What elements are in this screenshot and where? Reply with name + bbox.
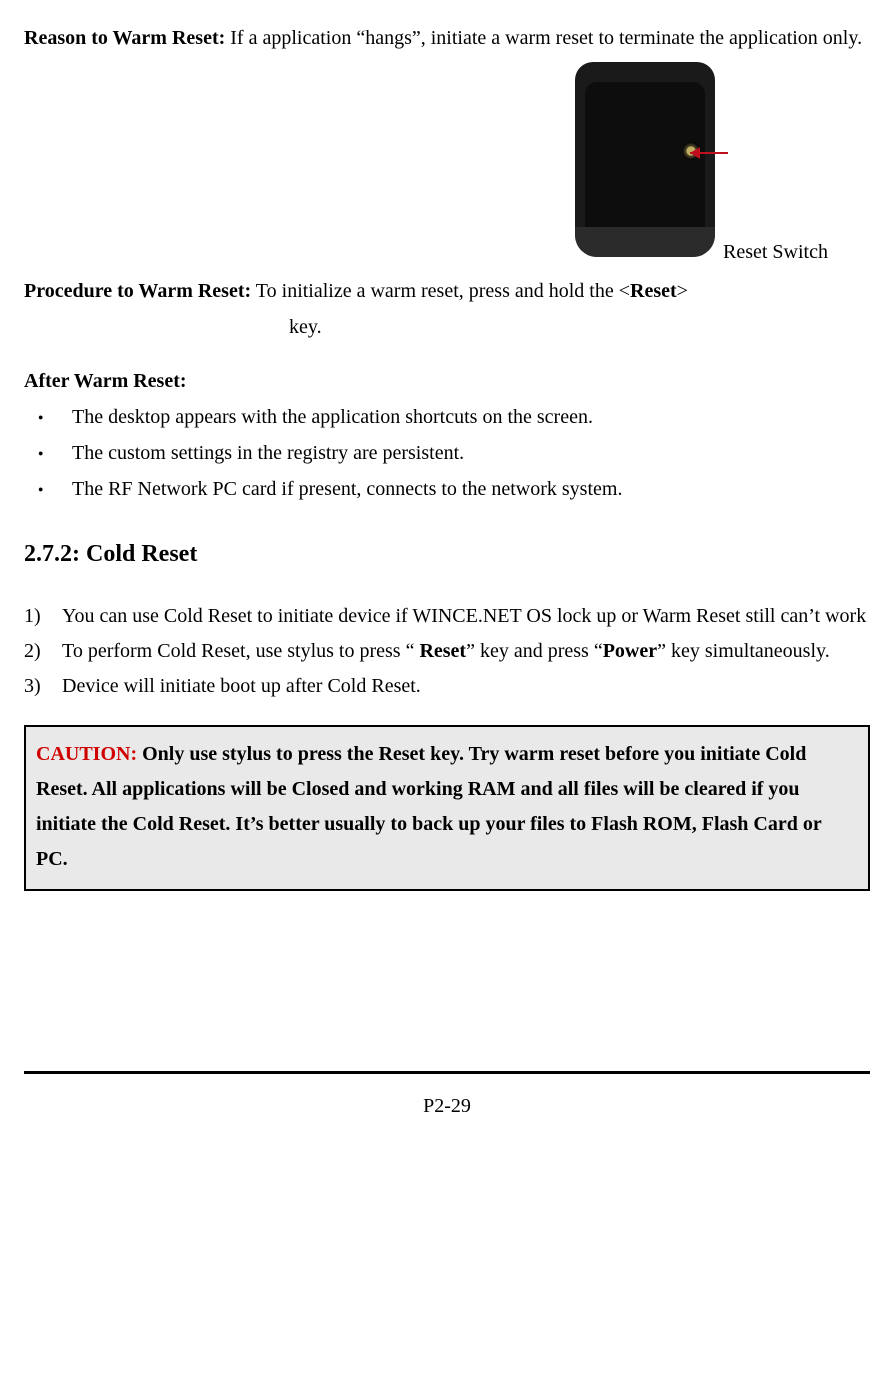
step-text: To perform Cold Reset, use stylus to pre… <box>62 640 830 662</box>
list-item: The RF Network PC card if present, conne… <box>24 471 870 507</box>
after-warm-reset-list: The desktop appears with the application… <box>24 399 870 507</box>
step-text: Device will initiate boot up after Cold … <box>62 675 421 697</box>
bullet-text: The custom settings in the registry are … <box>72 442 464 464</box>
footer-divider <box>24 1071 870 1074</box>
device-figure: Reset Switch <box>575 62 715 257</box>
step-number: 3) <box>24 670 41 703</box>
step-number: 1) <box>24 600 41 633</box>
list-item: 3) Device will initiate boot up after Co… <box>24 670 870 703</box>
bullet-text: The RF Network PC card if present, conne… <box>72 478 622 500</box>
list-item: The desktop appears with the application… <box>24 399 870 435</box>
warm-reset-reason-text: If a application “hangs”, initiate a war… <box>225 27 862 49</box>
caution-label: CAUTION: <box>36 743 137 765</box>
device-body-icon <box>575 62 715 257</box>
device-figure-wrap: Reset Switch <box>24 62 870 269</box>
warm-reset-procedure-pre: To initialize a warm reset, press and ho… <box>251 280 630 302</box>
list-item: 1) You can use Cold Reset to initiate de… <box>24 600 870 633</box>
warm-reset-procedure-label: Procedure to Warm Reset: <box>24 280 251 302</box>
step-number: 2) <box>24 635 41 668</box>
list-item: The custom settings in the registry are … <box>24 435 870 471</box>
caution-text: Only use stylus to press the Reset key. … <box>36 743 821 870</box>
reset-switch-label: Reset Switch <box>723 234 828 270</box>
arrow-head-icon <box>690 147 700 159</box>
list-item: 2) To perform Cold Reset, use stylus to … <box>24 635 870 668</box>
warm-reset-procedure-key: key. <box>24 309 870 345</box>
warm-reset-reason-label: Reason to Warm Reset: <box>24 27 225 49</box>
page-number: P2-29 <box>24 1088 870 1124</box>
warm-reset-procedure-bold: Reset <box>630 280 677 302</box>
bullet-text: The desktop appears with the application… <box>72 406 593 428</box>
warm-reset-procedure: Procedure to Warm Reset: To initialize a… <box>24 273 870 309</box>
step-text: You can use Cold Reset to initiate devic… <box>62 605 866 627</box>
after-warm-reset-label: After Warm Reset: <box>24 363 870 399</box>
warm-reset-reason: Reason to Warm Reset: If a application “… <box>24 20 870 56</box>
cold-reset-steps: 1) You can use Cold Reset to initiate de… <box>24 600 870 703</box>
warm-reset-procedure-post: > <box>677 280 688 302</box>
cold-reset-heading: 2.7.2: Cold Reset <box>24 533 870 576</box>
caution-box: CAUTION: Only use stylus to press the Re… <box>24 725 870 891</box>
